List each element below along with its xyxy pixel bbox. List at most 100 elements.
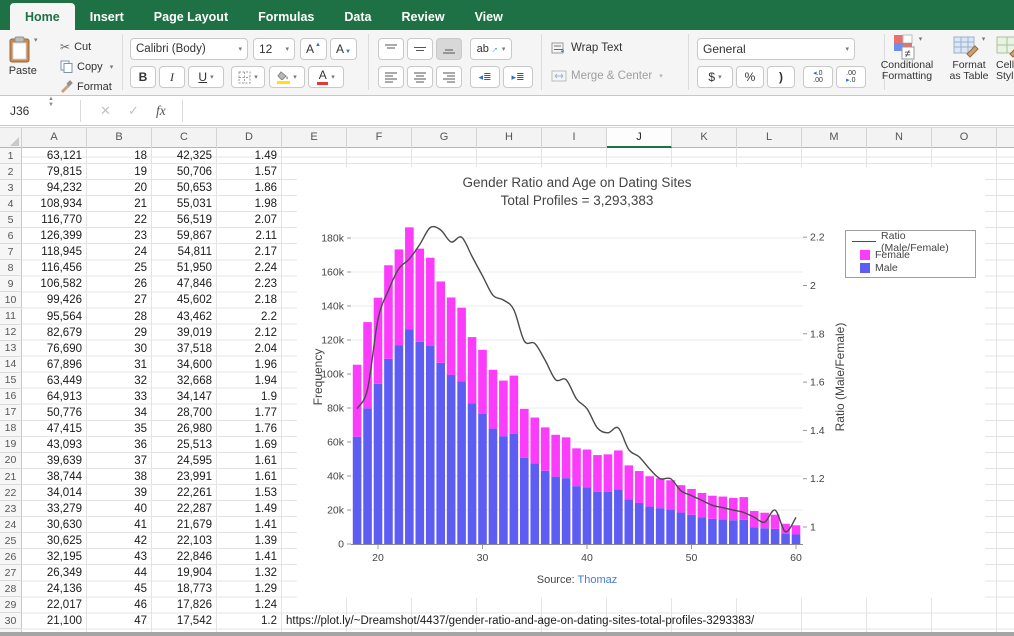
text-orientation-button[interactable]: ab → ▾ <box>470 38 512 60</box>
cell-B29[interactable]: 46 <box>87 597 152 613</box>
embedded-chart[interactable]: 020k40k60k80k100k120k140k160k180k2030405… <box>297 167 985 598</box>
column-header-E[interactable]: E <box>282 128 347 148</box>
cell-B19[interactable]: 36 <box>87 437 152 453</box>
currency-format-button[interactable]: $ ▾ <box>697 66 733 88</box>
cell-A24[interactable]: 30,630 <box>22 517 87 533</box>
cell-B1[interactable]: 18 <box>87 148 152 164</box>
cell-B5[interactable]: 22 <box>87 212 152 228</box>
cell-C29[interactable]: 17,826 <box>152 597 217 613</box>
cell-C9[interactable]: 47,846 <box>152 276 217 292</box>
name-box-stepper[interactable]: ▲▼ <box>48 96 54 125</box>
grow-font-button[interactable]: A▲ <box>300 38 327 60</box>
cell-A27[interactable]: 26,349 <box>22 565 87 581</box>
italic-button[interactable]: I <box>159 66 185 88</box>
formula-input[interactable] <box>190 96 1005 125</box>
align-left-button[interactable] <box>378 66 404 88</box>
column-header-H[interactable]: H <box>477 128 542 148</box>
cancel-button[interactable]: ✕ <box>100 96 111 125</box>
row-header-7[interactable]: 7 <box>0 244 22 260</box>
cell-A21[interactable]: 38,744 <box>22 469 87 485</box>
cell-A30[interactable]: 21,100 <box>22 613 87 629</box>
cell-B18[interactable]: 35 <box>87 421 152 437</box>
row-header-20[interactable]: 20 <box>0 453 22 469</box>
row-header-11[interactable]: 11 <box>0 309 22 325</box>
cell-C16[interactable]: 34,147 <box>152 389 217 405</box>
cell-B24[interactable]: 41 <box>87 517 152 533</box>
cell-A4[interactable]: 108,934 <box>22 196 87 212</box>
cell-B30[interactable]: 47 <box>87 613 152 629</box>
cell-B11[interactable]: 28 <box>87 309 152 325</box>
cell-D3[interactable]: 1.86 <box>217 180 282 196</box>
row-header-18[interactable]: 18 <box>0 421 22 437</box>
cut-button[interactable]: ✂ Cut <box>60 40 91 54</box>
cell-A7[interactable]: 118,945 <box>22 244 87 260</box>
cell-D6[interactable]: 2.11 <box>217 228 282 244</box>
cell-D19[interactable]: 1.69 <box>217 437 282 453</box>
cell-B22[interactable]: 39 <box>87 485 152 501</box>
row-header-26[interactable]: 26 <box>0 549 22 565</box>
cell-C26[interactable]: 22,846 <box>152 549 217 565</box>
cell-D8[interactable]: 2.24 <box>217 260 282 276</box>
cell-D7[interactable]: 2.17 <box>217 244 282 260</box>
cell-A22[interactable]: 34,014 <box>22 485 87 501</box>
cell-D22[interactable]: 1.53 <box>217 485 282 501</box>
cell-D17[interactable]: 1.77 <box>217 405 282 421</box>
select-all-corner[interactable] <box>0 128 22 148</box>
cell-C2[interactable]: 50,706 <box>152 164 217 180</box>
column-header-K[interactable]: K <box>672 128 737 148</box>
name-box[interactable]: J36 <box>10 96 29 125</box>
cell-D14[interactable]: 1.96 <box>217 357 282 373</box>
insert-function-button[interactable]: fx <box>156 96 166 125</box>
fill-color-button[interactable]: ▾ <box>269 66 305 88</box>
cell-D16[interactable]: 1.9 <box>217 389 282 405</box>
row-header-13[interactable]: 13 <box>0 341 22 357</box>
row-header-3[interactable]: 3 <box>0 180 22 196</box>
cell-D21[interactable]: 1.61 <box>217 469 282 485</box>
cell-C24[interactable]: 21,679 <box>152 517 217 533</box>
font-size-select[interactable]: 12 ▾ <box>253 38 295 60</box>
cell-C12[interactable]: 39,019 <box>152 325 217 341</box>
cell-C7[interactable]: 54,811 <box>152 244 217 260</box>
cell-A16[interactable]: 64,913 <box>22 389 87 405</box>
cell-A18[interactable]: 47,415 <box>22 421 87 437</box>
column-header-F[interactable]: F <box>347 128 412 148</box>
cell-D23[interactable]: 1.49 <box>217 501 282 517</box>
row-header-8[interactable]: 8 <box>0 260 22 276</box>
cell-B27[interactable]: 44 <box>87 565 152 581</box>
row-header-21[interactable]: 21 <box>0 469 22 485</box>
cell-B6[interactable]: 23 <box>87 228 152 244</box>
cell-A8[interactable]: 116,456 <box>22 260 87 276</box>
cell-A17[interactable]: 50,776 <box>22 405 87 421</box>
row-header-2[interactable]: 2 <box>0 164 22 180</box>
cell-C5[interactable]: 56,519 <box>152 212 217 228</box>
cell-D13[interactable]: 2.04 <box>217 341 282 357</box>
cell-D26[interactable]: 1.41 <box>217 549 282 565</box>
cell-B20[interactable]: 37 <box>87 453 152 469</box>
cell-C23[interactable]: 22,287 <box>152 501 217 517</box>
cell-A20[interactable]: 39,639 <box>22 453 87 469</box>
row-header-28[interactable]: 28 <box>0 581 22 597</box>
cell-B17[interactable]: 34 <box>87 405 152 421</box>
font-name-select[interactable]: Calibri (Body) ▾ <box>130 38 248 60</box>
cell-D24[interactable]: 1.41 <box>217 517 282 533</box>
cell-B25[interactable]: 42 <box>87 533 152 549</box>
column-header-O[interactable]: O <box>932 128 997 148</box>
cell-A12[interactable]: 82,679 <box>22 325 87 341</box>
cell-A15[interactable]: 63,449 <box>22 373 87 389</box>
cell-D9[interactable]: 2.23 <box>217 276 282 292</box>
column-header-D[interactable]: D <box>217 128 282 148</box>
cell-B8[interactable]: 25 <box>87 260 152 276</box>
cell-D28[interactable]: 1.29 <box>217 581 282 597</box>
tab-insert[interactable]: Insert <box>75 3 139 30</box>
row-header-27[interactable]: 27 <box>0 565 22 581</box>
cell-B9[interactable]: 26 <box>87 276 152 292</box>
cell-C28[interactable]: 18,773 <box>152 581 217 597</box>
cell-A9[interactable]: 106,582 <box>22 276 87 292</box>
column-header-N[interactable]: N <box>867 128 932 148</box>
borders-button[interactable]: ▾ <box>231 66 265 88</box>
cell-D18[interactable]: 1.76 <box>217 421 282 437</box>
column-header-I[interactable]: I <box>542 128 607 148</box>
cell-B26[interactable]: 43 <box>87 549 152 565</box>
cell-C19[interactable]: 25,513 <box>152 437 217 453</box>
tab-review[interactable]: Review <box>386 3 459 30</box>
